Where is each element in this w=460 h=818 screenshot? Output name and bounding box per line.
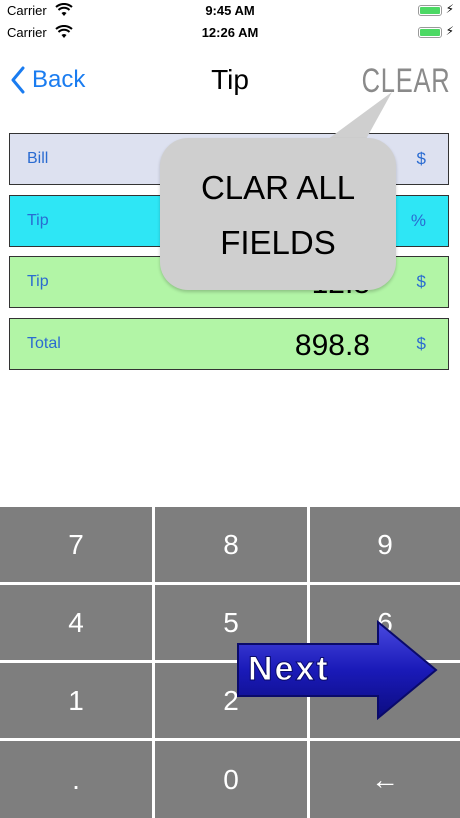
- field-unit: $: [416, 334, 426, 353]
- key-4[interactable]: 4: [0, 585, 152, 660]
- status-bar-2: Carrier 12:26 AM ⚡: [0, 22, 460, 44]
- battery-icon: [418, 27, 442, 38]
- field-label: Bill: [27, 150, 49, 167]
- key-decimal[interactable]: .: [0, 741, 152, 818]
- key-backspace[interactable]: ←: [310, 741, 460, 818]
- status-time: 9:45 AM: [205, 3, 255, 18]
- navigation-bar: Back Tip CLEAR: [0, 58, 460, 106]
- clear-button[interactable]: CLEAR: [361, 62, 450, 101]
- field-value: 898.8: [294, 329, 370, 362]
- tooltip-text: CLAR ALL FIELDS: [160, 160, 396, 270]
- battery-icon: [418, 5, 442, 16]
- tooltip-line-1: CLAR ALL: [200, 169, 356, 206]
- field-label: Tip: [27, 212, 49, 229]
- key-7[interactable]: 7: [0, 507, 152, 582]
- charging-icon: ⚡: [445, 2, 454, 16]
- key-8[interactable]: 8: [155, 507, 307, 582]
- key-0[interactable]: 0: [155, 741, 307, 818]
- field-label: Total: [27, 335, 61, 352]
- status-time: 12:26 AM: [201, 25, 259, 40]
- status-bar-1: Carrier 9:45 AM ⚡: [0, 0, 460, 22]
- field-unit: $: [416, 149, 426, 168]
- key-1[interactable]: 1: [0, 663, 152, 738]
- total-field[interactable]: Total 898.8 $: [9, 318, 449, 370]
- tooltip-line-2: FIELDS: [220, 224, 336, 261]
- field-unit: %: [410, 211, 426, 230]
- clear-tooltip: CLAR ALL FIELDS: [160, 138, 396, 290]
- next-button[interactable]: Next: [236, 620, 440, 720]
- field-label: Tip: [27, 273, 49, 290]
- key-9[interactable]: 9: [310, 507, 460, 582]
- charging-icon: ⚡: [445, 24, 454, 38]
- next-label: Next: [248, 650, 330, 688]
- field-unit: $: [416, 272, 426, 291]
